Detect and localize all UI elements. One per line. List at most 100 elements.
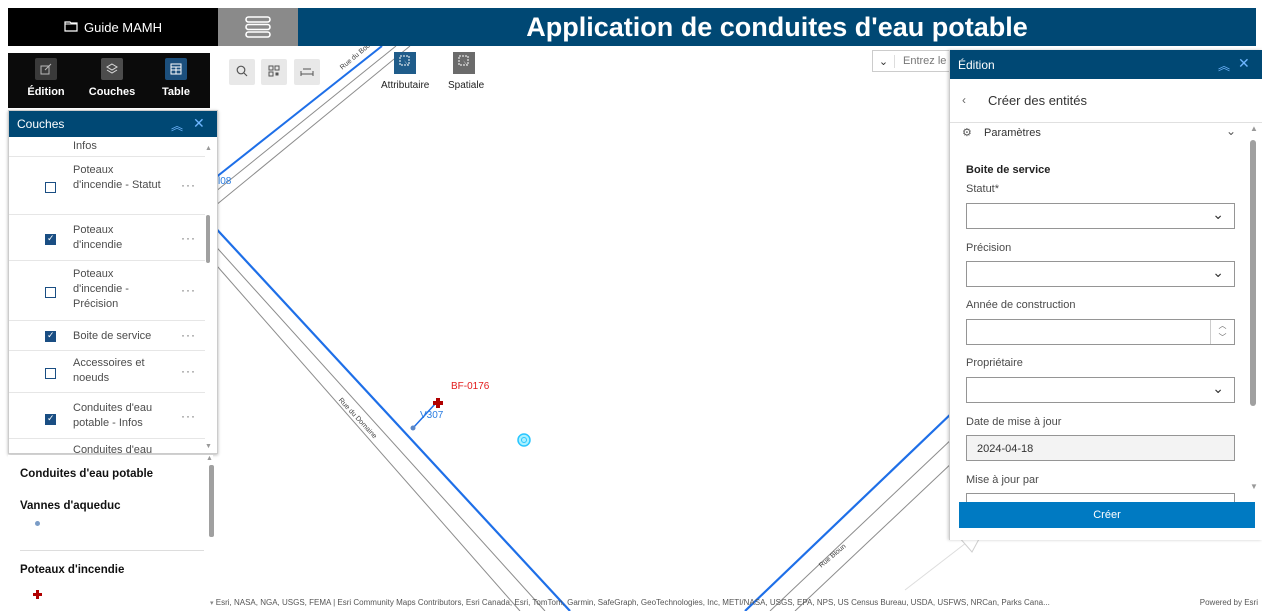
measure-icon bbox=[300, 65, 314, 80]
layer-row[interactable]: Infos bbox=[9, 137, 205, 157]
attribution-text: Esri, NASA, NGA, USGS, FEMA | Esri Commu… bbox=[215, 598, 1050, 607]
section-title: Boite de service bbox=[966, 164, 1051, 176]
attribution-bar: ▾ Esri, NASA, NGA, USGS, FEMA | Esri Com… bbox=[210, 598, 1262, 611]
layer-label: Poteaux d'incendie bbox=[73, 224, 123, 251]
select-attribute-icon bbox=[399, 54, 411, 72]
legend-item-title: Poteaux d'incendie bbox=[20, 564, 125, 576]
menu-icon[interactable] bbox=[218, 8, 298, 46]
layer-checkbox[interactable] bbox=[45, 413, 56, 425]
layer-row[interactable]: Accessoires et noeuds ··· bbox=[9, 351, 205, 393]
more-options-icon[interactable]: ··· bbox=[181, 328, 196, 342]
annee-label: Année de construction bbox=[966, 299, 1076, 311]
valve-label: V307 bbox=[420, 410, 444, 421]
attributaire-button[interactable] bbox=[394, 52, 416, 74]
close-icon[interactable]: ✕ bbox=[193, 115, 205, 132]
layers-panel: Couches ︽ ✕ Infos Poteaux d'incendie - S… bbox=[8, 110, 218, 454]
spatiale-label: Spatiale bbox=[448, 80, 485, 91]
edit-subtitle: Créer des entités bbox=[988, 93, 1087, 108]
table-tool[interactable]: Table bbox=[146, 58, 206, 98]
qr-code-icon bbox=[268, 65, 280, 80]
layer-label: Conduites d'eau potable - Infos bbox=[73, 402, 153, 429]
back-icon[interactable]: ‹ bbox=[962, 93, 966, 107]
scroll-up-icon[interactable]: ▲ bbox=[206, 455, 213, 462]
spatiale-button[interactable] bbox=[453, 52, 475, 74]
valve-symbol-icon bbox=[35, 521, 40, 526]
table-label: Table bbox=[162, 86, 190, 98]
more-options-icon[interactable]: ··· bbox=[181, 283, 196, 297]
chevron-down-icon[interactable]: ⌄ bbox=[1226, 124, 1236, 138]
scrollbar-thumb[interactable] bbox=[1250, 140, 1256, 406]
more-options-icon[interactable]: ··· bbox=[181, 231, 196, 245]
scroll-up-icon[interactable]: ▲ bbox=[1250, 124, 1258, 133]
chevron-down-icon[interactable]: ▾ bbox=[210, 600, 214, 607]
gear-icon: ⚙ bbox=[962, 127, 972, 139]
more-options-icon[interactable]: ··· bbox=[181, 409, 196, 423]
layer-label: Infos bbox=[73, 140, 97, 152]
annee-input[interactable]: ︿ ﹀ bbox=[966, 319, 1235, 345]
proprietaire-label: Propriétaire bbox=[966, 357, 1023, 369]
collapse-icon[interactable]: ︽ bbox=[171, 117, 183, 134]
layer-checkbox[interactable] bbox=[45, 330, 56, 342]
search-tool-button[interactable] bbox=[229, 59, 255, 85]
layer-checkbox[interactable] bbox=[45, 182, 56, 193]
precision-select[interactable] bbox=[966, 261, 1235, 287]
scroll-down-icon[interactable]: ▼ bbox=[205, 443, 212, 450]
edition-tool[interactable]: Édition bbox=[16, 58, 76, 98]
scrollbar-thumb[interactable] bbox=[206, 215, 210, 263]
edit-subheader: ‹ Créer des entités bbox=[950, 79, 1262, 123]
layer-label: Poteaux d'incendie - Statut bbox=[73, 164, 161, 191]
couches-tool[interactable]: Couches bbox=[82, 58, 142, 98]
layer-row[interactable]: Conduites d'eau potable - Infos ··· bbox=[9, 393, 205, 439]
maj-par-label: Mise à jour par bbox=[966, 474, 1039, 486]
select-spatial-icon bbox=[458, 54, 470, 72]
legend-panel: ▲ Conduites d'eau potable Vannes d'aqued… bbox=[8, 455, 214, 605]
edit-icon bbox=[35, 58, 57, 80]
widget-toolbar: Édition Couches Table bbox=[8, 53, 210, 108]
book-icon bbox=[64, 20, 78, 35]
layer-label: Conduites d'eau bbox=[73, 444, 153, 454]
divider bbox=[20, 550, 204, 551]
chevron-down-icon[interactable]: ⌄ bbox=[873, 54, 895, 68]
more-options-icon[interactable]: ··· bbox=[181, 364, 196, 378]
edit-panel: Édition ︽ ✕ ‹ Créer des entités ⚙ Paramè… bbox=[949, 50, 1262, 540]
legend-item-title: Vannes d'aqueduc bbox=[20, 500, 121, 512]
scrollbar-thumb[interactable] bbox=[209, 465, 214, 537]
more-options-icon[interactable]: ··· bbox=[181, 178, 196, 192]
layer-checkbox[interactable] bbox=[45, 368, 56, 379]
statut-select[interactable] bbox=[966, 203, 1235, 229]
create-button[interactable]: Créer bbox=[959, 502, 1255, 528]
couches-label: Couches bbox=[88, 86, 136, 98]
layer-checkbox[interactable] bbox=[45, 287, 56, 298]
layer-row[interactable]: Poteaux d'incendie - Statut ··· bbox=[9, 157, 205, 215]
collapse-icon[interactable]: ︽ bbox=[1218, 57, 1230, 74]
scroll-down-icon[interactable]: ▼ bbox=[1250, 482, 1258, 491]
layer-row[interactable]: Poteaux d'incendie ··· bbox=[9, 215, 205, 261]
settings-label: Paramètres bbox=[984, 127, 1041, 139]
date-label: Date de mise à jour bbox=[966, 416, 1062, 428]
layer-checkbox[interactable] bbox=[45, 233, 56, 245]
date-input[interactable]: 2024-04-18 bbox=[966, 435, 1235, 461]
edit-panel-header: Édition ︽ ✕ bbox=[950, 50, 1262, 79]
powered-by[interactable]: Powered by Esri bbox=[1200, 598, 1258, 607]
number-stepper[interactable]: ︿ ﹀ bbox=[1210, 320, 1234, 344]
statut-label: Statut* bbox=[966, 183, 1000, 195]
precision-label: Précision bbox=[966, 242, 1012, 254]
edit-panel-title: Édition bbox=[958, 57, 995, 72]
proprietaire-select[interactable] bbox=[966, 377, 1235, 403]
search-input[interactable]: Entrez le bbox=[895, 55, 946, 67]
layer-row[interactable]: Poteaux d'incendie - Précision ··· bbox=[9, 261, 205, 321]
hydrant-symbol-icon bbox=[33, 586, 42, 604]
valve-label-left: l08 bbox=[218, 176, 232, 187]
search-bar[interactable]: ⌄ Entrez le bbox=[872, 50, 952, 72]
measure-tool-button[interactable] bbox=[294, 59, 320, 85]
layer-row[interactable]: Boite de service ··· bbox=[9, 321, 205, 351]
layer-row[interactable]: Conduites d'eau bbox=[9, 439, 205, 454]
hydrant-label: BF-0176 bbox=[451, 381, 490, 392]
guide-button[interactable]: Guide MAMH bbox=[8, 8, 218, 46]
layers-panel-header: Couches ︽ ✕ bbox=[9, 111, 217, 137]
table-icon bbox=[165, 58, 187, 80]
close-icon[interactable]: ✕ bbox=[1238, 55, 1250, 72]
qr-tool-button[interactable] bbox=[261, 59, 287, 85]
settings-row[interactable]: ⚙ Paramètres ⌄ bbox=[950, 124, 1250, 144]
scroll-up-icon[interactable]: ▲ bbox=[205, 145, 212, 152]
